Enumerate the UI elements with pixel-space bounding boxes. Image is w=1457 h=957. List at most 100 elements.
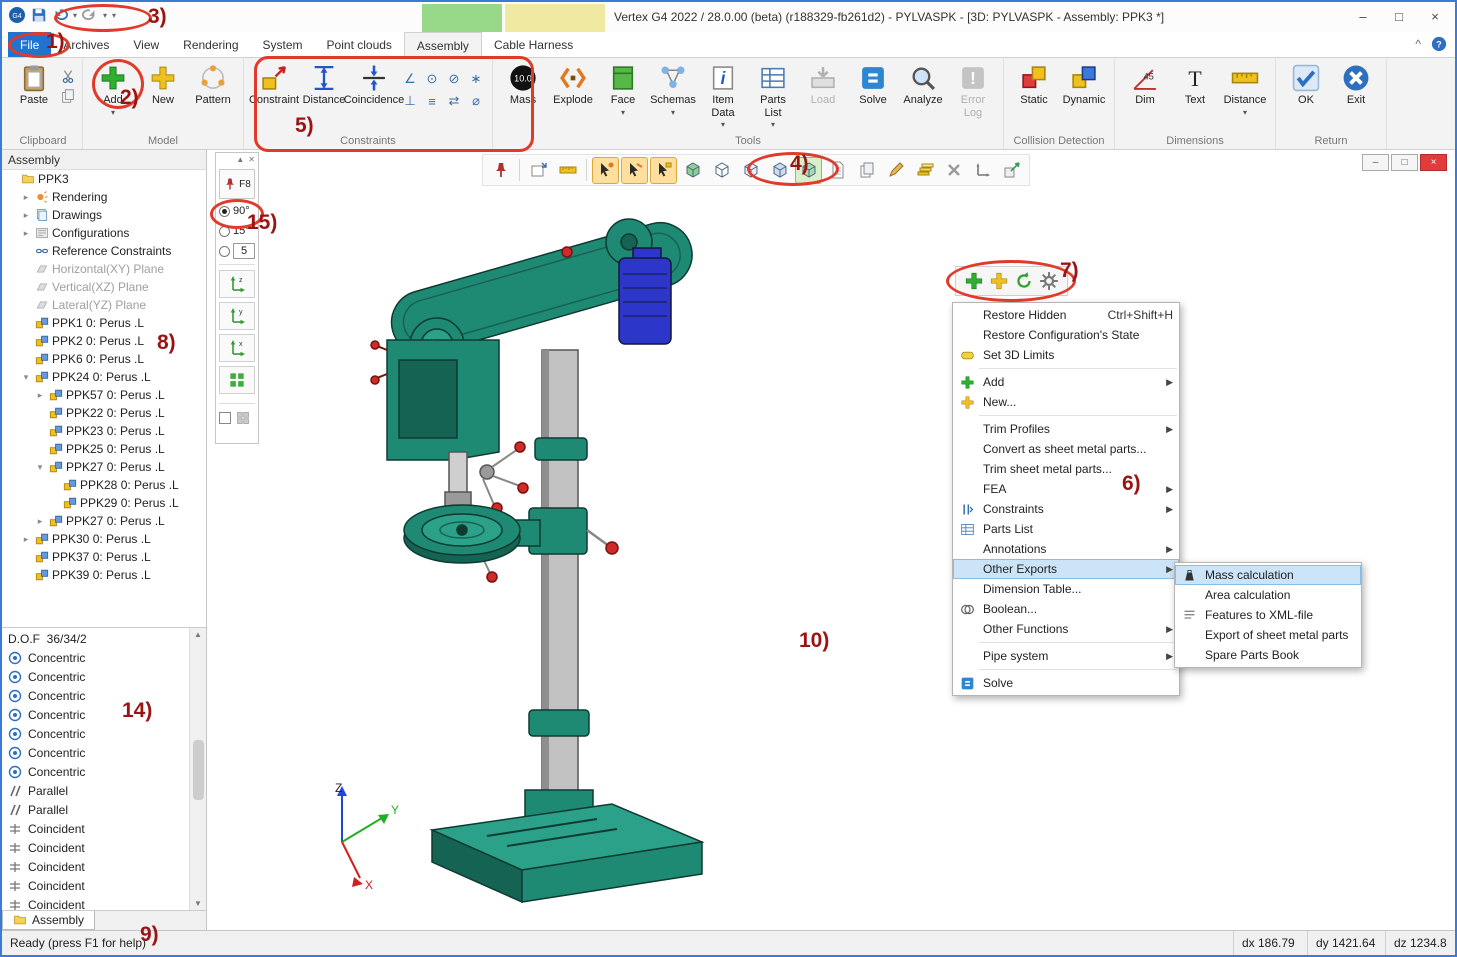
refresh-icon[interactable] xyxy=(1014,271,1034,291)
dof-item-concentric[interactable]: Concentric xyxy=(2,762,206,781)
ribbon-static-button[interactable]: Static xyxy=(1010,61,1058,107)
menu-item-trim-sheet-metal-parts[interactable]: Trim sheet metal parts... xyxy=(953,459,1179,479)
ribbon-distance-button[interactable]: Distance▾ xyxy=(1221,61,1269,117)
drag-grid-icon[interactable] xyxy=(236,411,250,425)
save-icon[interactable] xyxy=(31,7,47,23)
tab-system[interactable]: System xyxy=(251,32,315,57)
tab-assembly[interactable]: Assembly xyxy=(404,32,482,58)
dof-item-concentric[interactable]: Concentric xyxy=(2,705,206,724)
tree-item-vertical-xz-plane[interactable]: Vertical(XZ) Plane xyxy=(2,278,206,296)
tree-item-ppk57-0-perus-l[interactable]: ▸PPK57 0: Perus .L xyxy=(2,386,206,404)
copy-button[interactable] xyxy=(853,157,880,184)
constraint-mini-1-icon[interactable]: ⊙ xyxy=(422,69,442,89)
menu-item-dimension-table[interactable]: Dimension Table... xyxy=(953,579,1179,599)
ribbon-add-button[interactable]: Add▾ xyxy=(89,61,137,117)
gear-icon[interactable] xyxy=(1039,271,1059,291)
ribbon-item-data-button[interactable]: iItem Data▾ xyxy=(699,61,747,129)
angle-15-radio[interactable]: 15° xyxy=(219,223,255,239)
constraint-mini-7-icon[interactable]: ⌀ xyxy=(466,91,486,111)
tab-file[interactable]: File xyxy=(8,32,51,57)
menu-item-mass-calculation[interactable]: Mass calculation xyxy=(1175,565,1361,585)
viewport-minimize-button[interactable]: – xyxy=(1362,154,1389,171)
ribbon-load-button[interactable]: Load xyxy=(799,61,847,107)
menu-item-trim-profiles[interactable]: Trim Profiles▶ xyxy=(953,419,1179,439)
close-button[interactable]: × xyxy=(1417,2,1453,30)
tree-expander-icon[interactable]: ▸ xyxy=(20,534,32,545)
help-icon[interactable]: ? xyxy=(1431,36,1447,52)
tree-expander-icon[interactable]: ▾ xyxy=(34,462,46,473)
dof-item-coincident[interactable]: Coincident xyxy=(2,857,206,876)
tree-expander-icon[interactable]: ▸ xyxy=(34,516,46,527)
tree-item-configurations[interactable]: ▸Configurations xyxy=(2,224,206,242)
menu-item-features-to-xml-file[interactable]: Features to XML-file xyxy=(1175,605,1361,625)
cut-icon[interactable] xyxy=(60,68,76,84)
tab-cable-harness[interactable]: Cable Harness xyxy=(482,32,585,57)
ribbon-explode-button[interactable]: Explode xyxy=(549,61,597,107)
menu-item-new[interactable]: New... xyxy=(953,392,1179,412)
tree-item-ppk27-0-perus-l[interactable]: ▾PPK27 0: Perus .L xyxy=(2,458,206,476)
menu-item-constraints[interactable]: Constraints▶ xyxy=(953,499,1179,519)
tree-item-ppk39-0-perus-l[interactable]: PPK39 0: Perus .L xyxy=(2,566,206,584)
axis-z-button[interactable]: z xyxy=(219,270,255,298)
panel-dock-icon[interactable]: ▲ xyxy=(236,155,244,165)
dof-item-concentric[interactable]: Concentric xyxy=(2,686,206,705)
dof-item-coincident[interactable]: Coincident xyxy=(2,876,206,895)
ribbon-dim-button[interactable]: 45Dim xyxy=(1121,61,1169,107)
ribbon-error-log-button[interactable]: !Error Log xyxy=(949,61,997,119)
scroll-up-icon[interactable]: ▲ xyxy=(194,630,202,639)
step-input[interactable]: 5 xyxy=(233,243,255,259)
ribbon-mass-button[interactable]: 10.0Mass xyxy=(499,61,547,107)
cube-shaded-button[interactable] xyxy=(766,157,793,184)
dof-item-concentric[interactable]: Concentric xyxy=(2,648,206,667)
collapse-ribbon-icon[interactable]: ^ xyxy=(1415,37,1421,51)
cube-persp-button[interactable] xyxy=(795,157,822,184)
menu-item-annotations[interactable]: Annotations▶ xyxy=(953,539,1179,559)
menu-item-spare-parts-book[interactable]: Spare Parts Book xyxy=(1175,645,1361,665)
triad-button[interactable] xyxy=(969,157,996,184)
tree-expander-icon[interactable]: ▾ xyxy=(20,372,32,383)
tree-item-lateral-yz-plane[interactable]: Lateral(YZ) Plane xyxy=(2,296,206,314)
constraint-mini-4-icon[interactable]: ⊥ xyxy=(400,91,420,111)
copy-icon[interactable] xyxy=(60,88,76,104)
dof-item-parallel[interactable]: Parallel xyxy=(2,781,206,800)
dof-item-coincident[interactable]: Coincident xyxy=(2,819,206,838)
new-view-button[interactable] xyxy=(525,157,552,184)
axis-y-button[interactable]: y xyxy=(219,302,255,330)
menu-item-restore-configuration-s-state[interactable]: Restore Configuration's State xyxy=(953,325,1179,345)
undo-icon[interactable] xyxy=(52,7,68,23)
redo-dropdown-icon[interactable]: ▾ xyxy=(103,11,107,20)
tree-expander-icon[interactable]: ▸ xyxy=(34,390,46,401)
ribbon-parts-list-button[interactable]: Parts List▾ xyxy=(749,61,797,129)
tree-item-ppk22-0-perus-l[interactable]: PPK22 0: Perus .L xyxy=(2,404,206,422)
tree-item-ppk2-0-perus-l[interactable]: PPK2 0: Perus .L xyxy=(2,332,206,350)
tree-item-ppk1-0-perus-l[interactable]: PPK1 0: Perus .L xyxy=(2,314,206,332)
undo-dropdown-icon[interactable]: ▾ xyxy=(73,11,77,20)
ribbon-ok-button[interactable]: OK xyxy=(1282,61,1330,107)
tree-item-ppk6-0-perus-l[interactable]: PPK6 0: Perus .L xyxy=(2,350,206,368)
tree-item-ppk29-0-perus-l[interactable]: PPK29 0: Perus .L xyxy=(2,494,206,512)
ribbon-dynamic-button[interactable]: Dynamic xyxy=(1060,61,1108,107)
panel-close-icon[interactable]: ✕ xyxy=(248,155,255,165)
f8-button[interactable]: F8 xyxy=(219,169,255,199)
tree-item-reference-constraints[interactable]: Reference Constraints xyxy=(2,242,206,260)
viewport-close-button[interactable]: × xyxy=(1420,154,1447,171)
dof-item-parallel[interactable]: Parallel xyxy=(2,800,206,819)
menu-item-parts-list[interactable]: Parts List xyxy=(953,519,1179,539)
tree-item-ppk30-0-perus-l[interactable]: ▸PPK30 0: Perus .L xyxy=(2,530,206,548)
ribbon-analyze-button[interactable]: Analyze xyxy=(899,61,947,107)
tree-item-ppk37-0-perus-l[interactable]: PPK37 0: Perus .L xyxy=(2,548,206,566)
menu-item-set-3d-limits[interactable]: Set 3D Limits xyxy=(953,345,1179,365)
cursor-face-button[interactable] xyxy=(650,157,677,184)
menu-item-add[interactable]: Add▶ xyxy=(953,372,1179,392)
cube-hidden-button[interactable] xyxy=(737,157,764,184)
constraint-mini-3-icon[interactable]: ∗ xyxy=(466,69,486,89)
ribbon-face-button[interactable]: Face▾ xyxy=(599,61,647,117)
menu-item-pipe-system[interactable]: Pipe system▶ xyxy=(953,646,1179,666)
menu-item-restore-hidden[interactable]: Restore HiddenCtrl+Shift+H xyxy=(953,305,1179,325)
tab-point-clouds[interactable]: Point clouds xyxy=(315,32,404,57)
constraint-mini-2-icon[interactable]: ⊘ xyxy=(444,69,464,89)
menu-item-convert-as-sheet-metal-parts[interactable]: Convert as sheet metal parts... xyxy=(953,439,1179,459)
tree-item-ppk23-0-perus-l[interactable]: PPK23 0: Perus .L xyxy=(2,422,206,440)
tree-item-ppk24-0-perus-l[interactable]: ▾PPK24 0: Perus .L xyxy=(2,368,206,386)
menu-item-solve[interactable]: Solve xyxy=(953,673,1179,693)
